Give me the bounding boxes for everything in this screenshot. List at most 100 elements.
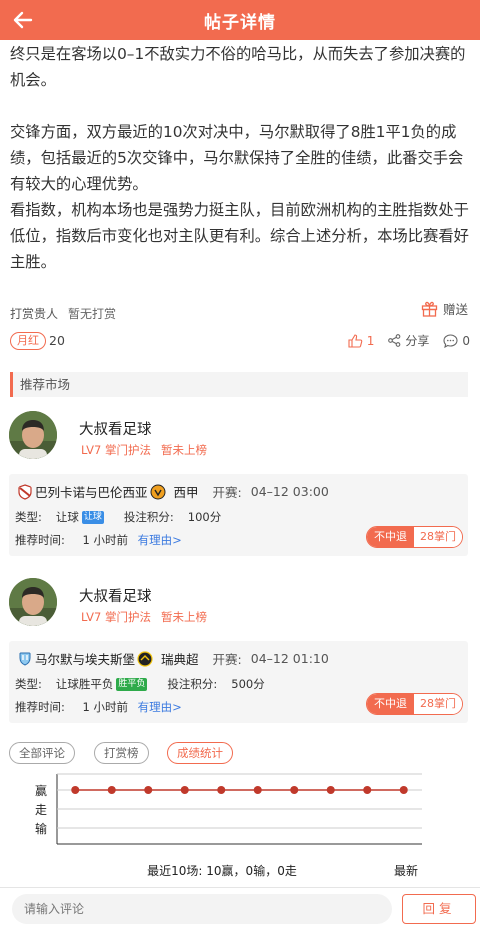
team-crest-icon <box>18 483 32 500</box>
level-label: LV7 掌门护法 <box>81 610 151 624</box>
record-chart: 赢走输最近10场: 10赢，0输，0走 最新 <box>0 768 480 880</box>
match-info: 巴列卡诺与巴伦西亚 西甲 开赛: 04–12 03:00 <box>15 482 329 501</box>
match-teams: 马尔默与埃夫斯堡 <box>35 652 136 667</box>
reply-button[interactable]: 回复 <box>402 894 476 924</box>
rank-label: 暂未上榜 <box>160 443 207 457</box>
match-card[interactable]: 巴列卡诺与巴伦西亚 西甲 开赛: 04–12 03:00 类型: 让球 让球 投… <box>9 474 468 556</box>
comment-icon <box>443 333 458 348</box>
comment-count: 0 <box>462 333 470 348</box>
recommend-time-row: 推荐时间: 1 小时前 有理由> <box>15 699 182 715</box>
gift-label: 赠送 <box>442 302 468 317</box>
stats-row: 月红 20 1 分享 0 <box>10 331 470 351</box>
avatar[interactable] <box>9 578 57 626</box>
rank-label: 暂未上榜 <box>160 610 207 624</box>
share-button[interactable]: 分享 <box>388 332 429 349</box>
back-arrow-icon[interactable] <box>12 9 34 31</box>
share-icon <box>388 334 401 347</box>
chart-point <box>217 786 226 794</box>
tab-all-comments[interactable]: 全部评论 <box>9 742 75 764</box>
gift-icon <box>421 301 438 317</box>
type-value: 让球胜平负 <box>55 677 114 691</box>
user-level: LV7 掌门护法 暂未上榜 <box>81 609 207 625</box>
start-time: 04–12 01:10 <box>250 651 329 666</box>
chart-point <box>399 786 408 794</box>
match-type-row: 类型: 让球胜平负 胜平负 投注积分: 500分 <box>15 676 265 692</box>
points-value: 500分 <box>231 677 265 691</box>
price-label: 28掌门 <box>414 694 462 714</box>
refund-label: 不中退 <box>367 694 414 714</box>
level-label: LV7 掌门护法 <box>81 443 151 457</box>
time-value: 1 小时前 <box>82 533 129 547</box>
time-label: 推荐时间: <box>15 700 65 714</box>
chart-point <box>363 786 372 794</box>
points-label: 投注积分: <box>167 677 218 691</box>
like-button[interactable]: 1 <box>348 333 375 348</box>
username[interactable]: 大叔看足球 <box>79 418 152 439</box>
record-chart-svg: 赢走输最近10场: 10赢，0输，0走 最新 <box>35 773 422 878</box>
comment-tabs: 全部评论 打赏榜 成绩统计 <box>9 742 469 764</box>
comment-input[interactable]: 请输入评论 <box>12 894 392 924</box>
chart-y-tick-label: 输 <box>35 821 47 836</box>
league-name: 瑞典超 <box>161 652 199 667</box>
username[interactable]: 大叔看足球 <box>79 585 152 606</box>
type-label: 类型: <box>15 677 42 691</box>
top-bar: 帖子详情 <box>0 0 480 40</box>
time-label: 推荐时间: <box>15 533 65 547</box>
chart-y-tick-label: 走 <box>35 803 47 817</box>
gift-button[interactable]: 赠送 <box>421 299 468 318</box>
user-level: LV7 掌门护法 暂未上榜 <box>81 442 207 458</box>
price-pill[interactable]: 不中退 28掌门 <box>366 693 463 715</box>
match-type-row: 类型: 让球 让球 投注积分: 100分 <box>15 509 221 525</box>
chart-point <box>71 786 80 794</box>
match-info: 马尔默与埃夫斯堡 瑞典超 开赛: 04–12 01:10 <box>15 649 329 668</box>
type-tag: 胜平负 <box>116 677 148 691</box>
recommend-time-row: 推荐时间: 1 小时前 有理由> <box>15 532 182 548</box>
chart-point <box>290 786 299 794</box>
article-paragraph: 看指数，机构本场也是强势力挺主队，目前欧洲机构的主胜指数处于低位，指数后市变化也… <box>10 201 469 271</box>
reason-link[interactable]: 有理由> <box>138 533 182 547</box>
monthly-red-badge: 月红 <box>10 332 46 350</box>
time-value: 1 小时前 <box>82 700 129 714</box>
refund-label: 不中退 <box>367 527 414 547</box>
like-count: 1 <box>366 333 375 348</box>
points-label: 投注积分: <box>123 510 174 524</box>
avatar[interactable] <box>9 411 57 459</box>
reason-link[interactable]: 有理由> <box>138 700 182 714</box>
type-label: 类型: <box>15 510 42 524</box>
tab-record-stats[interactable]: 成绩统计 <box>167 742 233 764</box>
team-crest-icon <box>137 650 153 667</box>
share-label: 分享 <box>405 334 430 348</box>
start-label: 开赛: <box>212 485 242 500</box>
chart-point <box>107 786 116 794</box>
comment-button[interactable]: 0 <box>443 334 470 348</box>
article-body: 终只是在客场以0–1不敌实力不俗的哈马比，从而失去了参加决赛的机会。 交锋方面，… <box>10 41 472 275</box>
article-paragraph: 交锋方面，双方最近的10次对决中，马尔默取得了8胜1平1负的成绩，包括最近的5次… <box>10 123 464 193</box>
team-crest-icon <box>19 652 31 666</box>
thumbs-up-icon <box>348 333 362 348</box>
reward-label: 打赏贵人 <box>10 307 59 321</box>
type-tag: 让球 <box>81 510 104 524</box>
points-value: 100分 <box>187 510 222 524</box>
reward-value: 暂无打赏 <box>68 307 117 321</box>
type-value: 让球 <box>55 510 79 524</box>
comment-bar: 请输入评论 回复 <box>0 887 480 929</box>
article-paragraph: 终只是在客场以0–1不敌实力不俗的哈马比，从而失去了参加决赛的机会。 <box>10 45 466 89</box>
start-label: 开赛: <box>212 652 242 667</box>
price-pill[interactable]: 不中退 28掌门 <box>366 526 463 548</box>
league-name: 西甲 <box>173 485 199 500</box>
price-label: 28掌门 <box>414 527 462 547</box>
chart-point <box>180 786 189 794</box>
tab-reward-ranking[interactable]: 打赏榜 <box>94 742 149 764</box>
chart-point <box>144 786 153 794</box>
team-crest-icon <box>150 484 166 499</box>
match-teams: 巴列卡诺与巴伦西亚 <box>35 485 148 500</box>
chart-point <box>326 786 335 794</box>
chart-y-tick-label: 赢 <box>35 783 47 798</box>
match-card[interactable]: 马尔默与埃夫斯堡 瑞典超 开赛: 04–12 01:10 类型: 让球胜平负 胜… <box>9 641 468 723</box>
chart-point <box>253 786 262 794</box>
section-title: 推荐市场 <box>10 372 468 397</box>
chart-summary: 最近10场: 10赢，0输，0走 <box>147 863 297 878</box>
reward-row: 打赏贵人 暂无打赏 赠送 <box>10 301 470 323</box>
start-time: 04–12 03:00 <box>250 484 329 499</box>
page-title: 帖子详情 <box>204 12 276 33</box>
